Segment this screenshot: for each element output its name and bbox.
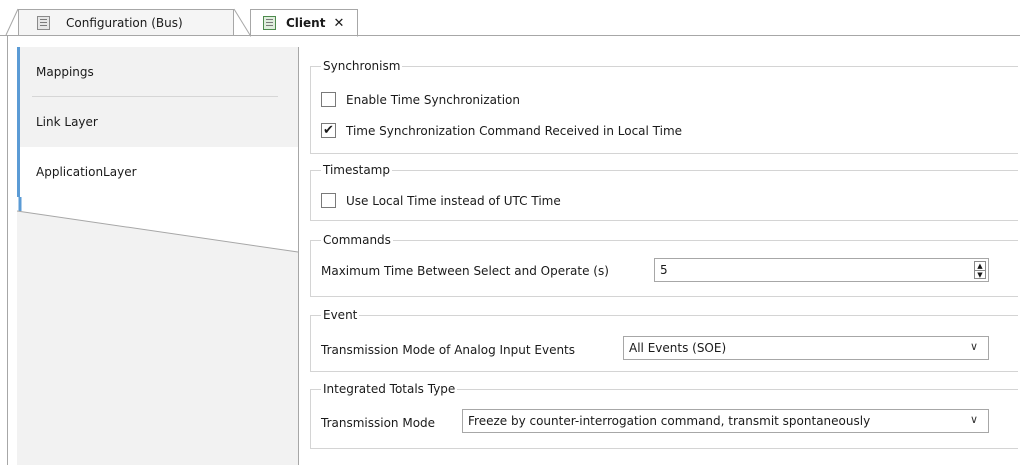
checkbox-label: Time Synchronization Command Received in… xyxy=(346,123,683,138)
client-device-icon xyxy=(263,16,276,30)
max-time-value: 5 xyxy=(660,263,668,277)
commands-group: Commands Maximum Time Between Select and… xyxy=(310,233,1018,297)
side-navigation: Mappings Link Layer ApplicationLayer xyxy=(17,47,298,197)
tab-configuration-bus[interactable]: Configuration (Bus) xyxy=(18,9,234,36)
nav-item-mappings[interactable]: Mappings xyxy=(17,47,298,97)
chevron-down-icon[interactable]: ∨ xyxy=(970,413,978,426)
enable-time-sync-checkbox[interactable] xyxy=(321,92,336,107)
tab-label: Client xyxy=(286,16,326,30)
checkbox-label: Use Local Time instead of UTC Time xyxy=(346,193,561,208)
nav-item-label: Link Layer xyxy=(36,115,98,129)
nav-panel-shape xyxy=(17,197,299,465)
spin-buttons[interactable]: ▲ ▼ xyxy=(974,261,986,279)
group-legend: Synchronism xyxy=(321,59,403,73)
spin-up-icon[interactable]: ▲ xyxy=(975,262,985,271)
enable-time-sync-row[interactable]: Enable Time Synchronization xyxy=(321,92,520,107)
event-mode-select[interactable]: All Events (SOE) ∨ xyxy=(623,336,989,360)
nav-item-label: ApplicationLayer xyxy=(36,165,137,179)
max-time-stepper[interactable]: 5 ▲ ▼ xyxy=(654,258,989,282)
local-time-cmd-row[interactable]: ✔ Time Synchronization Command Received … xyxy=(321,123,682,138)
nav-item-application-layer[interactable]: ApplicationLayer xyxy=(17,147,298,197)
event-mode-label: Transmission Mode of Analog Input Events xyxy=(321,343,576,357)
event-group: Event Transmission Mode of Analog Input … xyxy=(310,308,1018,372)
integrated-totals-group: Integrated Totals Type Transmission Mode… xyxy=(310,382,1018,449)
max-time-label: Maximum Time Between Select and Operate … xyxy=(321,264,609,278)
nav-item-label: Mappings xyxy=(36,65,94,79)
editor-tab-strip: Configuration (Bus) Client ✕ xyxy=(0,0,1020,37)
totals-mode-value: Freeze by counter-interrogation command,… xyxy=(468,414,871,428)
timestamp-group: Timestamp Use Local Time instead of UTC … xyxy=(310,163,1018,221)
totals-mode-select[interactable]: Freeze by counter-interrogation command,… xyxy=(462,409,989,433)
chevron-down-icon[interactable]: ∨ xyxy=(970,340,978,353)
nav-content-divider xyxy=(298,47,299,465)
use-local-time-row[interactable]: Use Local Time instead of UTC Time xyxy=(321,193,561,208)
group-legend: Timestamp xyxy=(321,163,392,177)
totals-mode-row: Transmission Mode xyxy=(321,416,435,430)
tab-label: Configuration (Bus) xyxy=(66,16,183,30)
tab-client[interactable]: Client ✕ xyxy=(250,9,358,37)
group-legend: Event xyxy=(321,308,360,322)
use-local-time-checkbox[interactable] xyxy=(321,193,336,208)
spin-down-icon[interactable]: ▼ xyxy=(975,271,985,279)
group-legend: Commands xyxy=(321,233,393,247)
local-time-cmd-checkbox[interactable]: ✔ xyxy=(321,123,336,138)
group-legend: Integrated Totals Type xyxy=(321,382,458,396)
checkbox-label: Enable Time Synchronization xyxy=(346,92,520,107)
close-icon[interactable]: ✕ xyxy=(333,16,344,31)
totals-mode-label: Transmission Mode xyxy=(321,416,436,430)
bus-config-icon xyxy=(37,16,50,30)
synchronism-group: Synchronism Enable Time Synchronization … xyxy=(310,59,1018,154)
event-mode-value: All Events (SOE) xyxy=(629,341,727,355)
event-mode-row: Transmission Mode of Analog Input Events xyxy=(321,343,575,357)
nav-item-link-layer[interactable]: Link Layer xyxy=(17,97,298,147)
max-time-row: Maximum Time Between Select and Operate … xyxy=(321,264,609,278)
